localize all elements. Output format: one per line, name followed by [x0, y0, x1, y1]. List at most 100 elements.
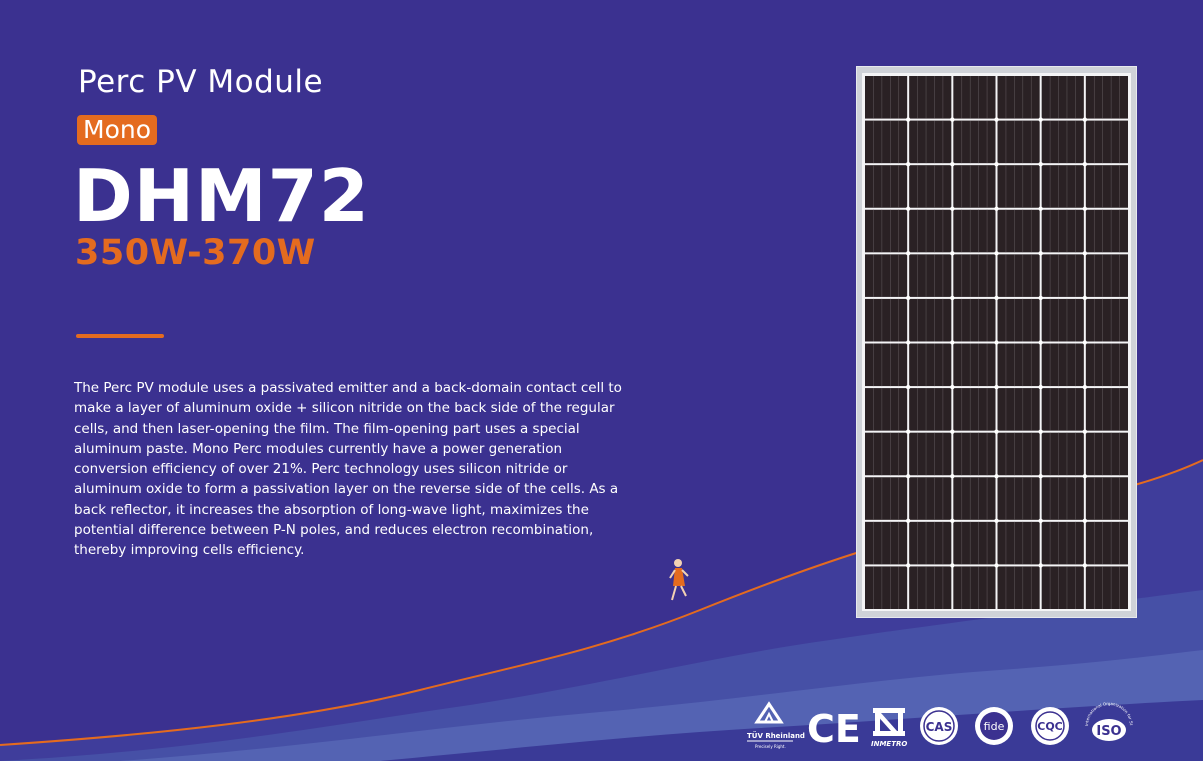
- solar-cell: [953, 388, 996, 431]
- solar-cell: [953, 566, 996, 609]
- solar-cell: [1085, 165, 1128, 208]
- tuv-brand: TÜV Rheinland: [747, 731, 805, 740]
- cell-corner-dot: [905, 206, 911, 211]
- cell-corner-dot: [1082, 474, 1088, 479]
- cell-corner-dot: [1082, 295, 1088, 301]
- solar-cell: [997, 432, 1040, 476]
- solar-cell: [909, 566, 952, 609]
- fide-label: fide: [984, 720, 1005, 733]
- cell-corner-dot: [1038, 161, 1043, 167]
- cell-corner-dot: [994, 117, 999, 122]
- solar-cell: [1041, 477, 1084, 520]
- cell-corner-dot: [950, 474, 955, 479]
- solar-cell: [1041, 76, 1084, 119]
- mono-tag: Mono: [77, 115, 158, 145]
- solar-cell: [1085, 298, 1128, 342]
- cqc-logo: CQC: [1031, 707, 1069, 745]
- solar-cell: [865, 432, 908, 476]
- solar-cell: [997, 120, 1040, 164]
- solar-cell: [953, 298, 996, 342]
- solar-cell: [1041, 165, 1084, 208]
- solar-cell: [953, 432, 996, 476]
- solar-cell: [1085, 120, 1128, 164]
- solar-cell: [909, 76, 952, 119]
- cell-corner-dot: [994, 474, 999, 479]
- solar-cell: [953, 343, 996, 387]
- cell-corner-dot: [1038, 474, 1043, 479]
- brochure-page: Perc PV Module Mono DHM72 350W-370W The …: [0, 0, 1203, 761]
- cell-corner-dot: [1082, 340, 1088, 345]
- solar-cell: [997, 521, 1040, 565]
- solar-cell: [1041, 521, 1084, 565]
- cell-corner-dot: [950, 563, 955, 568]
- cell-corner-dot: [1038, 117, 1043, 122]
- solar-cell: [865, 120, 908, 164]
- solar-cell: [1041, 343, 1084, 387]
- solar-cell: [1041, 566, 1084, 609]
- solar-cell: [953, 209, 996, 253]
- cell-corner-dot: [905, 251, 911, 256]
- solar-cell: [997, 388, 1040, 431]
- cell-corner-dot: [950, 206, 955, 211]
- solar-cell: [865, 76, 908, 119]
- solar-cell: [865, 388, 908, 431]
- cell-corner-dot: [1082, 518, 1088, 524]
- inmetro-label: INMETRO: [871, 740, 907, 748]
- cell-corner-dot: [950, 251, 955, 256]
- solar-cell: [865, 566, 908, 609]
- solar-cell: [1085, 521, 1128, 565]
- ce-mark: CE: [807, 707, 861, 751]
- solar-cell: [1041, 254, 1084, 297]
- cell-corner-dot: [1038, 251, 1043, 256]
- solar-cell: [953, 521, 996, 565]
- solar-cell: [1085, 343, 1128, 387]
- solar-cell: [1041, 120, 1084, 164]
- runner-figure: [669, 559, 689, 601]
- power-range: 350W-370W: [75, 233, 316, 273]
- iso-label: ISO: [1096, 724, 1121, 739]
- cell-corner-dot: [1038, 429, 1043, 434]
- tuv-tagline: Precisely Right.: [755, 744, 786, 749]
- cell-corner-dot: [1082, 429, 1088, 434]
- solar-cell: [1041, 209, 1084, 253]
- cell-corner-dot: [1038, 206, 1043, 211]
- tuv-logo: TÜV Rheinland Precisely Right.: [747, 701, 805, 749]
- fide-logo: fide: [975, 707, 1013, 745]
- cell-corner-dot: [994, 384, 999, 390]
- cas-logo: CAS: [920, 707, 958, 745]
- cell-corner-dot: [905, 340, 911, 345]
- inmetro-logo: INMETRO: [871, 708, 907, 748]
- cell-corner-dot: [1082, 206, 1088, 211]
- product-description: The Perc PV module uses a passivated emi…: [74, 380, 622, 559]
- cas-label: CAS: [926, 720, 953, 734]
- cqc-label: CQC: [1037, 720, 1063, 733]
- solar-panel-image: [856, 66, 1137, 618]
- solar-cell: [909, 477, 952, 520]
- cell-corner-dot: [994, 340, 999, 345]
- solar-cell: [953, 477, 996, 520]
- solar-cell: [1085, 254, 1128, 297]
- cell-corner-dot: [994, 161, 999, 167]
- cell-corner-dot: [994, 429, 999, 434]
- cell-corner-dot: [905, 474, 911, 479]
- solar-cell: [909, 521, 952, 565]
- cell-corner-dot: [1038, 563, 1043, 568]
- cell-corner-dot: [1038, 518, 1043, 524]
- solar-cell: [997, 254, 1040, 297]
- solar-cell: [997, 76, 1040, 119]
- solar-cell: [1085, 566, 1128, 609]
- cell-corner-dot: [905, 117, 911, 122]
- cell-corner-dot: [905, 518, 911, 524]
- cell-corner-dot: [950, 384, 955, 390]
- cell-corner-dot: [905, 384, 911, 390]
- solar-cell: [1041, 388, 1084, 431]
- solar-cell: [1041, 298, 1084, 342]
- solar-cell: [997, 209, 1040, 253]
- cell-corner-dot: [905, 295, 911, 301]
- model-name: DHM72: [73, 154, 370, 238]
- solar-cell: [1085, 477, 1128, 520]
- solar-cell: [1085, 209, 1128, 253]
- solar-cell: [865, 477, 908, 520]
- cell-corner-dot: [905, 563, 911, 568]
- cell-corner-dot: [1082, 563, 1088, 568]
